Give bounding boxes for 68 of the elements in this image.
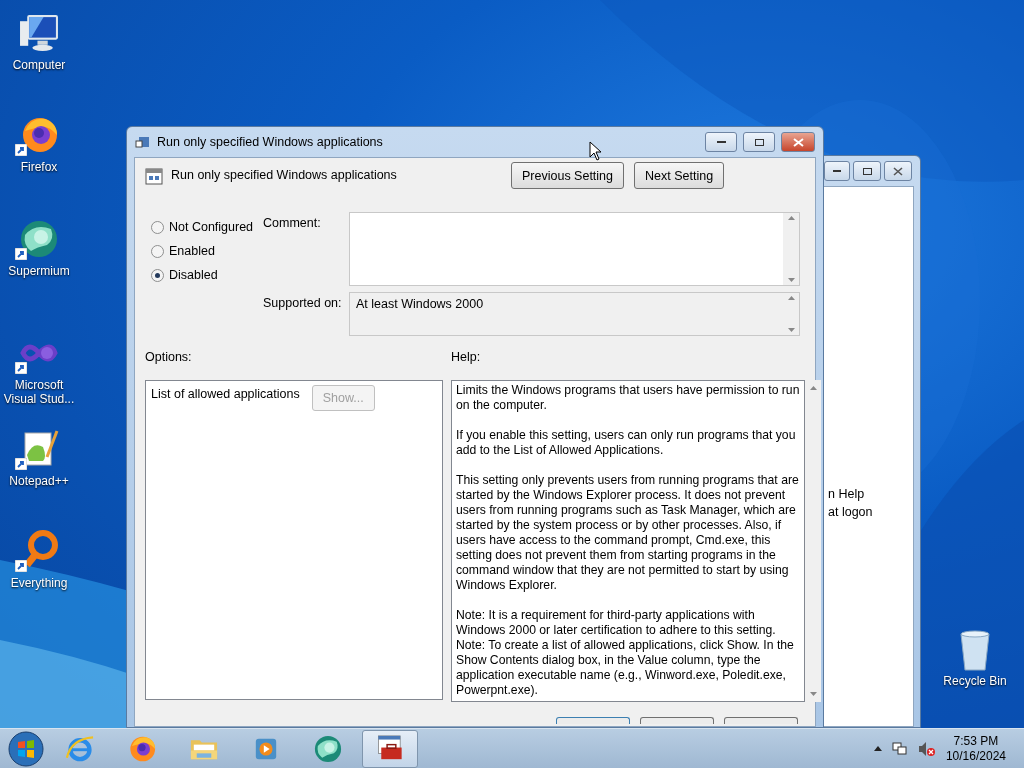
taskbar-button[interactable] <box>362 729 418 768</box>
comment-field[interactable] <box>349 212 800 286</box>
setting-title: Run only specified Windows applications <box>171 168 398 182</box>
radio-button[interactable] <box>151 220 164 234</box>
close-icon <box>792 137 804 147</box>
radio-button[interactable] <box>151 268 164 282</box>
dialog-button[interactable] <box>724 717 798 724</box>
desktop-icon-label: Recycle Bin <box>943 674 1007 688</box>
scroll-down-icon[interactable] <box>787 278 795 282</box>
shortcut-arrow-icon <box>15 362 27 374</box>
shortcut-arrow-icon <box>15 248 27 260</box>
close-button[interactable] <box>781 132 815 152</box>
help-paragraph: Limits the Windows programs that users have permission to run on the computer. <box>456 383 800 413</box>
desktop-icon-label: Notepad++ <box>9 474 69 488</box>
help-paragraph: Note: To create a list of allowed applications, click Show. In the Show Contents dialog box, in the Value column, type the application executable name (e.g., Winword.exe, Poledit.exe, Powerpnt.exe). <box>456 638 795 698</box>
scroll-up-icon[interactable] <box>787 296 795 300</box>
minimize-button[interactable] <box>705 132 737 152</box>
comment-label: Comment: <box>263 215 322 232</box>
scroll-up-icon[interactable] <box>787 216 795 220</box>
clock-time[interactable]: 7:53 PM <box>953 733 999 749</box>
help-paragraph: If you enable this setting, users can only run programs that you add to the List of Allowed Applications. <box>456 428 797 458</box>
window-title: Run only specified Windows applications <box>157 135 384 149</box>
desktop-icon-label: Firefox <box>20 160 58 174</box>
maximize-button[interactable] <box>853 161 881 181</box>
scroll-down-icon[interactable] <box>787 328 795 332</box>
show-hidden-icons-icon[interactable] <box>873 746 882 751</box>
help-paragraph: Note: It is a requirement for third-party applications with Windows 2000 or later certification to adhere to this setting. <box>456 608 777 638</box>
next-setting-button[interactable]: Next Setting <box>634 162 725 189</box>
clock-date[interactable]: 10/16/2024 <box>945 748 1006 764</box>
radio-label: Disabled <box>169 268 218 282</box>
list-text: n Help <box>828 487 866 501</box>
shortcut-arrow-icon <box>15 458 27 470</box>
shortcut-arrow-icon <box>15 560 27 572</box>
supported-on-label: Supported on: <box>263 295 343 312</box>
list-text: at logon <box>828 505 874 519</box>
previous-setting-button[interactable]: Previous Setting <box>511 162 625 189</box>
scroll-down-icon[interactable] <box>809 692 817 696</box>
radio-label: Enabled <box>169 244 215 258</box>
option-label: List of allowed applications <box>151 387 300 401</box>
network-icon[interactable] <box>891 740 908 757</box>
help-label: Help: <box>451 350 482 366</box>
options-label: Options: <box>145 350 193 366</box>
policy-icon <box>135 135 151 149</box>
supported-on-field: At least Windows 2000 <box>349 292 800 336</box>
radio-button[interactable] <box>151 244 164 258</box>
volume-muted-icon[interactable] <box>917 740 936 757</box>
start-button[interactable] <box>6 728 46 768</box>
scroll-up-icon[interactable] <box>809 386 817 390</box>
close-button[interactable] <box>884 161 912 181</box>
minimize-icon <box>716 140 726 144</box>
mouse-cursor-icon <box>589 141 602 161</box>
minimize-button[interactable] <box>824 161 850 181</box>
desktop-icon-label: Computer <box>12 58 66 72</box>
maximize-icon <box>754 138 764 146</box>
maximize-icon <box>862 167 872 175</box>
shortcut-arrow-icon <box>15 144 27 156</box>
desktop-icon-label: Supermium <box>8 264 70 278</box>
radio-label: Not Configured <box>169 220 254 234</box>
desktop-icon-label: Everything <box>10 576 68 590</box>
dialog-button[interactable] <box>556 717 630 724</box>
maximize-button[interactable] <box>743 132 775 152</box>
desktop-icon-label: Microsoft Visual Stud... <box>2 378 76 406</box>
help-paragraph: This setting only prevents users from running programs that are started by the Windows Explorer process. It does not prevent users from running programs such as Task Manager, which are started by the system process or by other processes. Also, if users have access to the command prompt, Cmd.exe, this setting does not prevent them from starting programs in the command window that they are not permitted to start by using Windows Explorer. <box>456 473 800 593</box>
policy-icon <box>145 168 163 185</box>
computer-icon <box>19 14 59 52</box>
dialog-button[interactable] <box>640 717 714 724</box>
minimize-icon <box>833 169 841 173</box>
close-icon <box>893 166 903 176</box>
